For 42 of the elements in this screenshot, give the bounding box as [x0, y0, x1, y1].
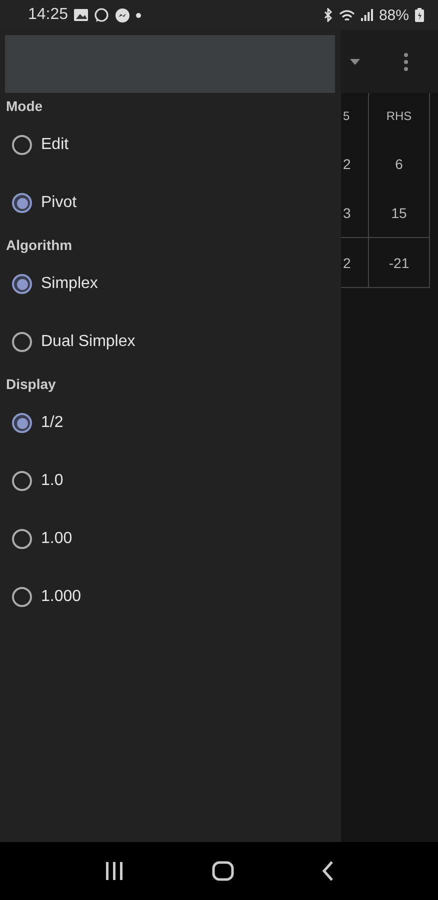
radio-button[interactable] — [12, 587, 32, 607]
radio-button[interactable] — [12, 471, 32, 491]
column-header: RHS — [385, 108, 413, 125]
home-icon[interactable] — [212, 861, 234, 881]
column-header: 5 — [341, 93, 369, 139]
table-cell-text: 15 — [390, 204, 408, 222]
battery-icon — [415, 8, 424, 22]
dropdown-caret-icon[interactable] — [350, 58, 360, 64]
section-title: Display — [5, 375, 57, 394]
table-cell: 2 — [341, 238, 369, 287]
more-options-icon[interactable] — [404, 52, 408, 70]
option-label[interactable]: 1.000 — [41, 588, 82, 606]
radio-button[interactable] — [12, 135, 32, 155]
back-icon[interactable] — [322, 861, 334, 881]
option-label[interactable]: 1.0 — [41, 472, 64, 490]
radio-button[interactable] — [12, 193, 32, 213]
table-cell: 3 — [341, 188, 369, 237]
option-label[interactable]: Pivot — [41, 194, 77, 212]
option-label[interactable]: Dual Simplex — [41, 333, 136, 351]
section-title: Algorithm — [5, 236, 74, 255]
section-title: Mode — [5, 97, 44, 116]
table-cell: 2 — [341, 139, 369, 188]
dot-icon — [136, 12, 142, 18]
option-label[interactable]: 1/2 — [41, 414, 64, 432]
table-cell-text: 6 — [394, 154, 404, 174]
radio-button[interactable] — [12, 413, 32, 433]
table-cell-text: -21 — [388, 254, 410, 272]
gallery-icon — [74, 9, 88, 21]
option-label[interactable]: Simplex — [41, 275, 98, 293]
recent-apps-icon[interactable] — [104, 862, 124, 880]
radio-button[interactable] — [12, 529, 32, 549]
battery-percent: 88% — [378, 6, 409, 24]
signal-icon — [360, 9, 373, 21]
messenger-icon — [115, 8, 130, 22]
bluetooth-icon — [322, 8, 333, 22]
chat-bubble-icon — [94, 8, 110, 22]
radio-button[interactable] — [12, 274, 32, 294]
wifi-icon — [338, 8, 355, 22]
option-label[interactable]: Edit — [41, 136, 69, 154]
option-label[interactable]: 1.00 — [41, 530, 72, 548]
status-time: 14:25 — [28, 6, 68, 24]
radio-button[interactable] — [12, 332, 32, 352]
